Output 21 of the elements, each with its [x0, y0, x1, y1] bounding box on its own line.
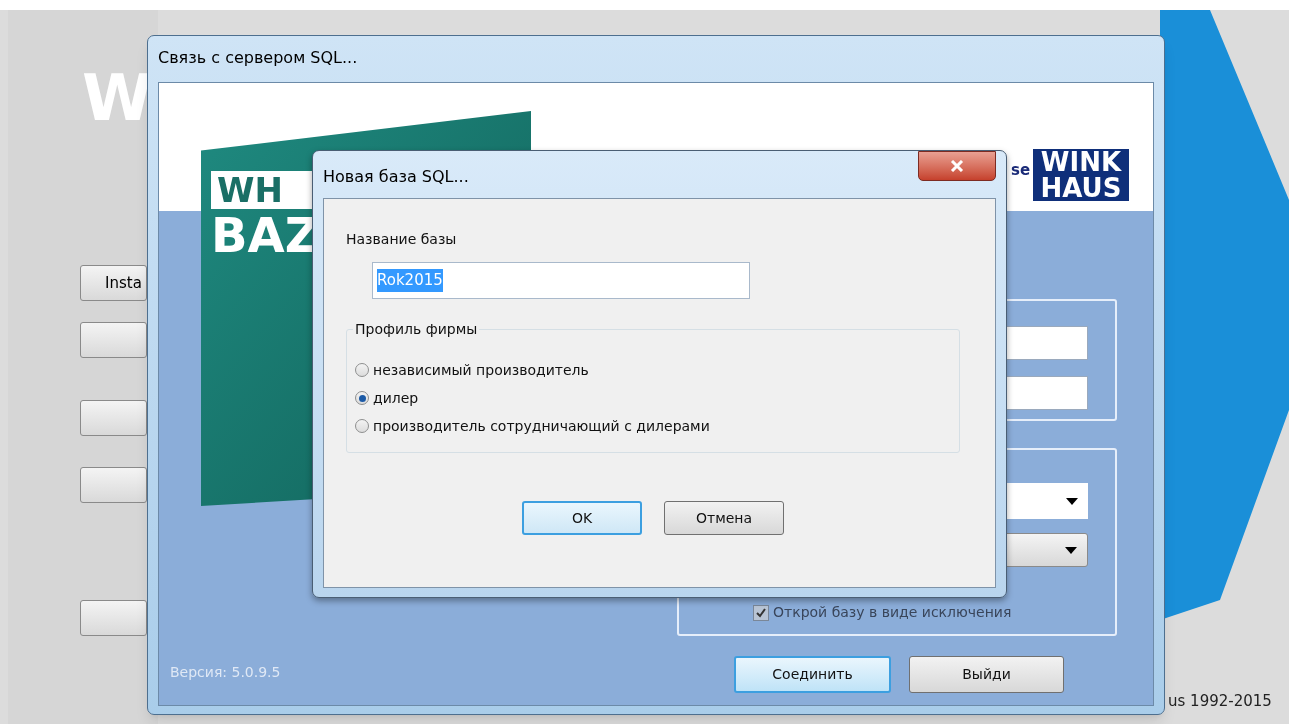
radio-option[interactable]: дилер — [355, 386, 959, 410]
copyright-text: us 1992-2015 — [1168, 691, 1272, 712]
radio-option[interactable]: независимый производитель — [355, 358, 959, 382]
company-logo: WINK HAUS — [1033, 149, 1129, 201]
window-title: Связь с сервером SQL... — [158, 47, 358, 69]
dialog-button[interactable]: Отмена — [664, 501, 784, 535]
radio-option[interactable]: производитель сотрудничающий с дилерами — [355, 414, 959, 438]
checkbox-label: Открой базу в виде исключения — [773, 603, 1012, 622]
install-button[interactable]: Insta — [80, 265, 147, 301]
field-value: Rok2015 — [377, 269, 443, 292]
caret-icon — [1066, 497, 1078, 505]
dialog-button[interactable]: Соединить — [734, 656, 891, 693]
close-button[interactable] — [918, 151, 996, 181]
dialog-button[interactable]: Выйди — [909, 656, 1064, 693]
logo-caption: se — [1011, 160, 1031, 181]
box-art-text: BAZ — [211, 209, 321, 261]
dialog-button[interactable]: OK — [522, 501, 642, 535]
version-text: Версия: 5.0.9.5 — [170, 663, 281, 682]
field-label: Название базы — [346, 230, 458, 249]
close-icon — [950, 160, 964, 172]
caret-icon — [1065, 546, 1077, 554]
